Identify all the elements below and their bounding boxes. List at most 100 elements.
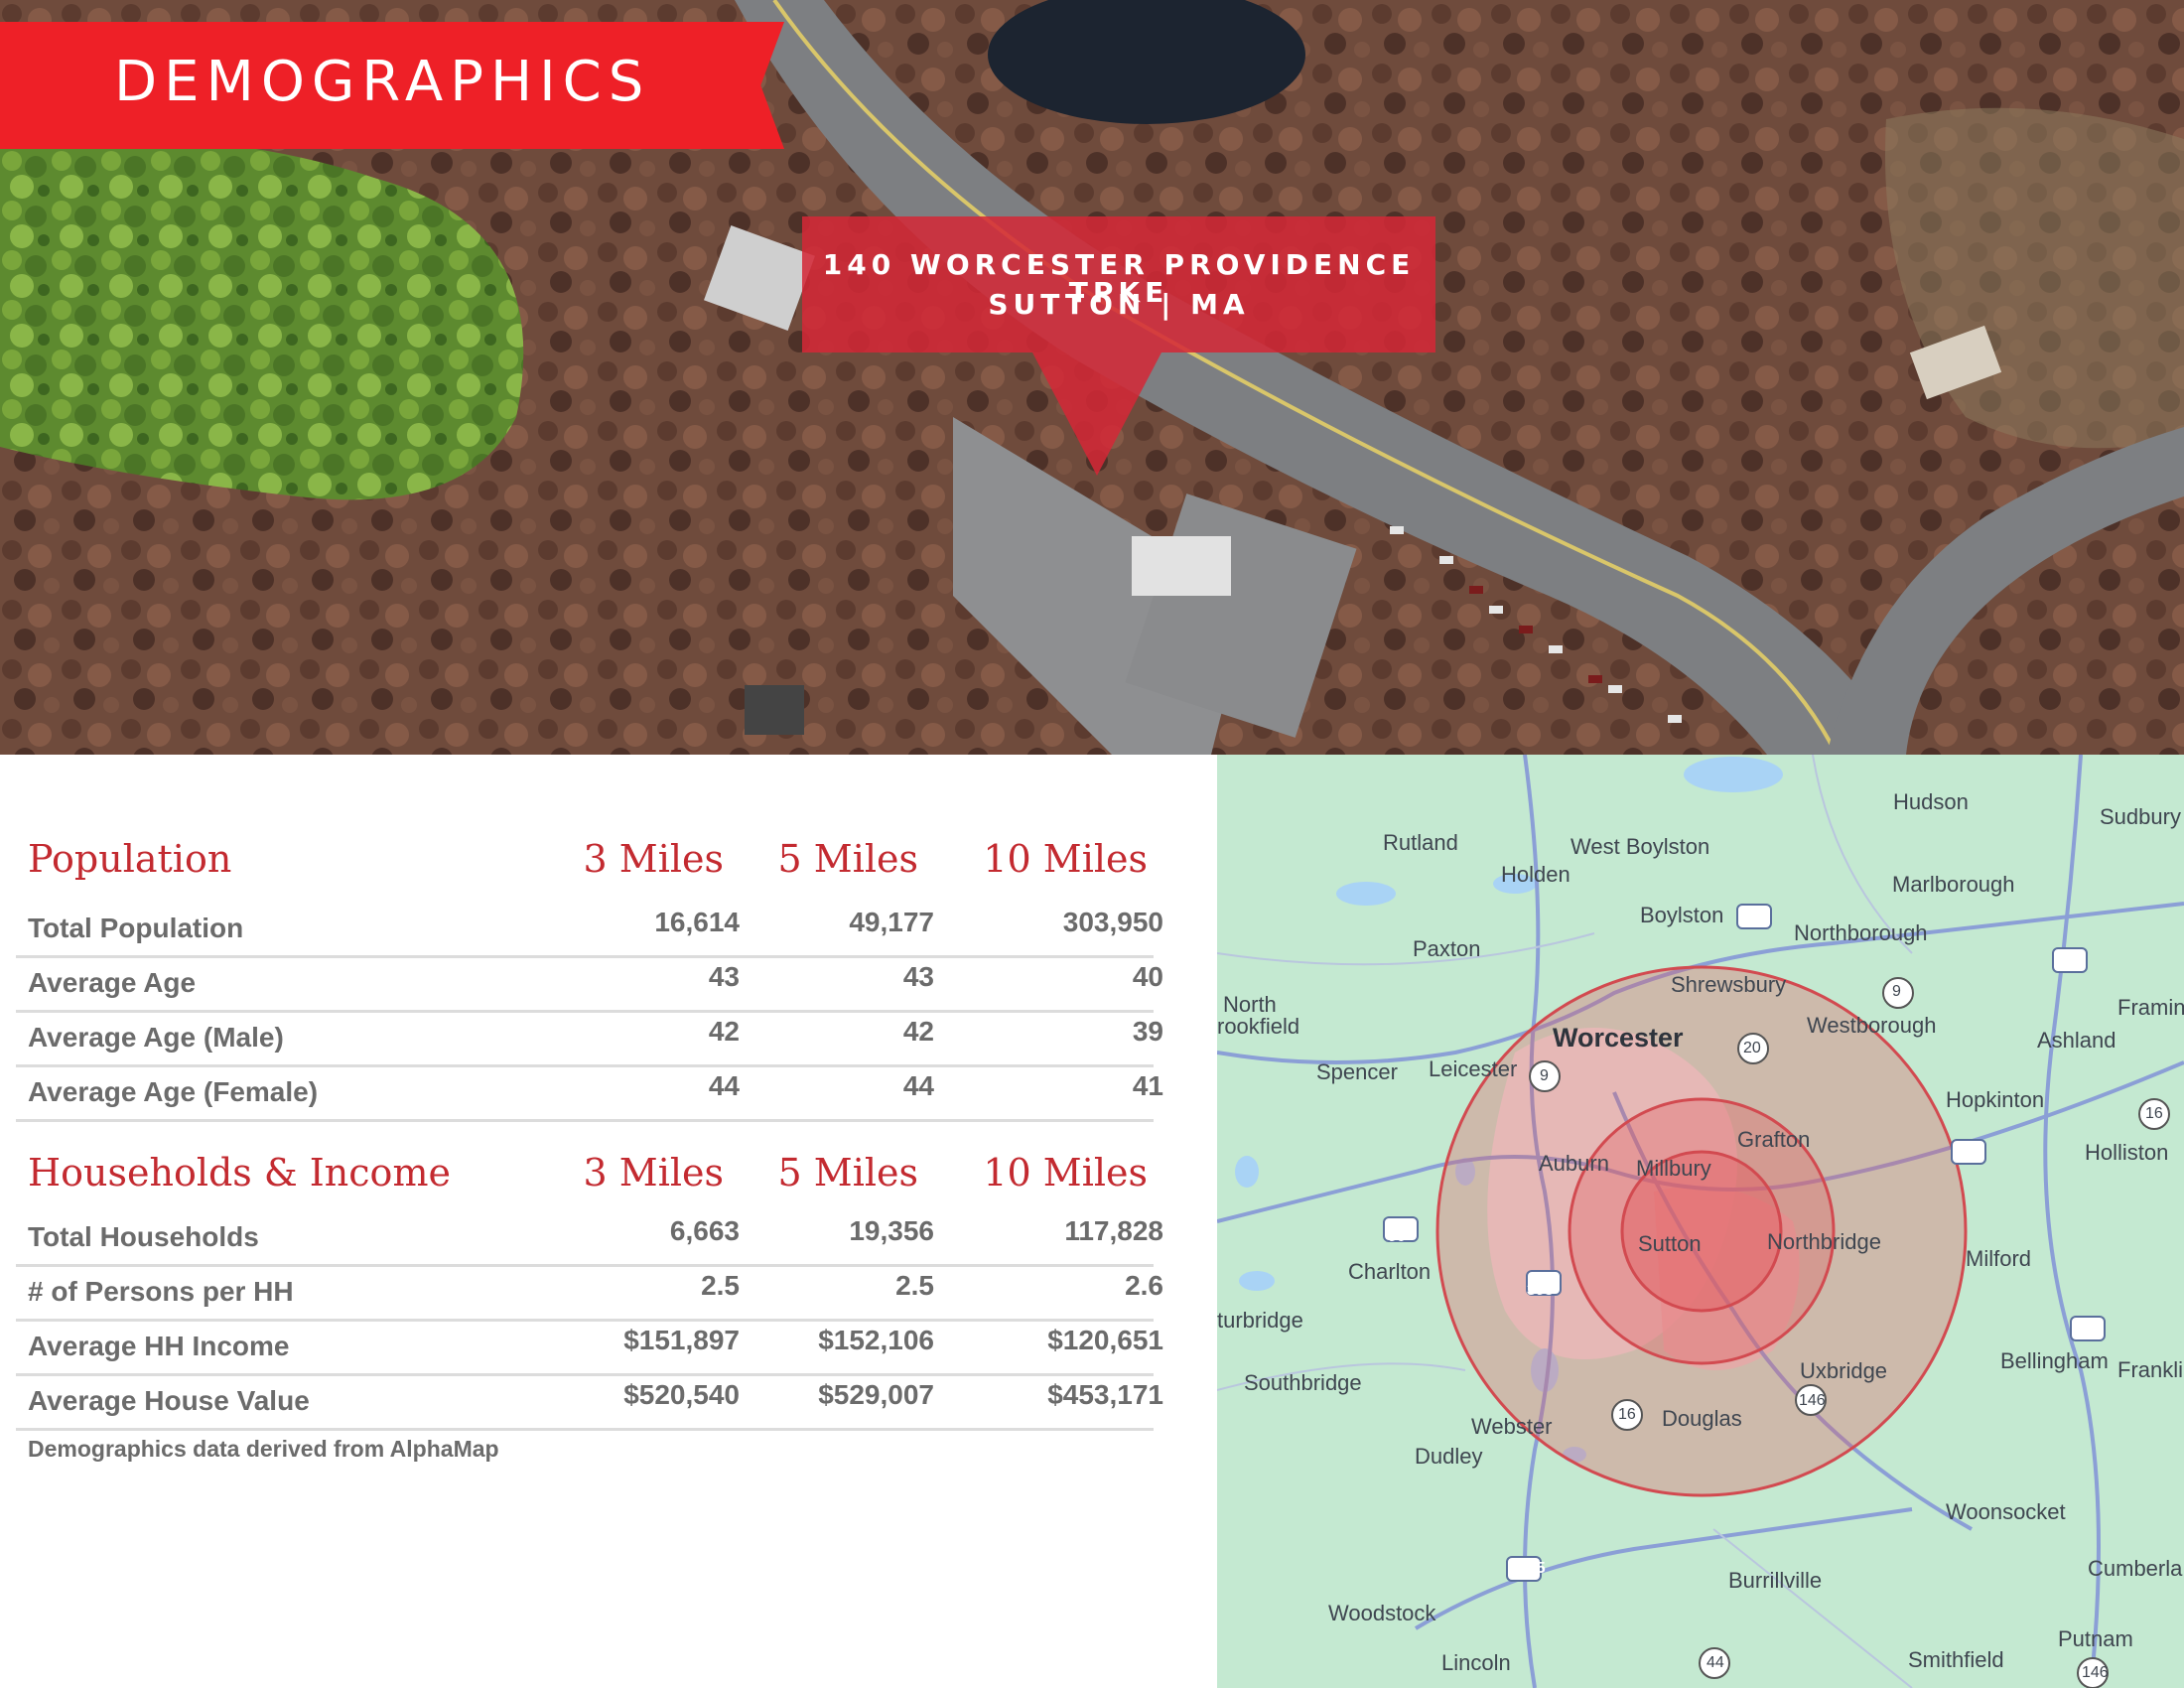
- row-value-5mi: $152,106: [818, 1325, 934, 1355]
- radius-map: [1217, 755, 2184, 1688]
- households-title: Households & Income: [28, 1151, 451, 1195]
- households-col-5mi: 5 Miles: [777, 1151, 918, 1195]
- shield-395-north: 395: [1527, 1282, 1554, 1299]
- address-callout-pointer: [1032, 352, 1161, 476]
- data-source-footnote: Demographics data derived from AlphaMap: [28, 1436, 499, 1462]
- table-row: # of Persons per HH 2.5 2.5 2.6: [16, 1264, 1163, 1322]
- shield-9-east: 9: [1892, 983, 1901, 1000]
- table-row: Average Age (Female) 44 44 41: [16, 1064, 1163, 1122]
- map-label-woonsocket: Woonsocket: [1946, 1499, 2066, 1524]
- map-label-westborough: Westborough: [1807, 1013, 1937, 1038]
- shield-20: 20: [1743, 1040, 1761, 1056]
- row-value-10mi: 117,828: [1064, 1215, 1163, 1246]
- map-label-leicester: Leicester: [1429, 1056, 1518, 1081]
- map-label-bellingham: Bellingham: [2000, 1348, 2109, 1373]
- map-label-sturbridge: turbridge: [1217, 1308, 1303, 1333]
- row-value-10mi: $120,651: [1047, 1325, 1163, 1355]
- row-value-5mi: 2.5: [895, 1270, 934, 1301]
- row-value-3mi: 42: [708, 1016, 740, 1047]
- map-label-paxton: Paxton: [1413, 936, 1481, 961]
- row-label: Average Age (Female): [28, 1076, 319, 1107]
- row-value-5mi: 43: [902, 961, 934, 992]
- row-value-5mi: 42: [902, 1016, 934, 1047]
- shield-90-east: 90: [2064, 955, 2082, 972]
- shield-90-west: 90: [1388, 1228, 1406, 1245]
- map-label-charlton: Charlton: [1348, 1259, 1432, 1284]
- row-label: Average Age: [28, 967, 197, 998]
- row-value-3mi: 44: [708, 1070, 740, 1101]
- population-title: Population: [28, 837, 232, 881]
- map-label-webster: Webster: [1471, 1414, 1553, 1439]
- map-label-millbury: Millbury: [1636, 1156, 1711, 1181]
- row-label: Average Age (Male): [28, 1022, 284, 1053]
- shield-9-west: 9: [1540, 1067, 1549, 1084]
- map-label-shrewsbury: Shrewsbury: [1671, 972, 1787, 997]
- shield-44: 44: [1706, 1654, 1724, 1671]
- map-label-southbridge: Southbridge: [1244, 1370, 1362, 1395]
- shield-495-north: 495: [1956, 1141, 1982, 1158]
- table-row: Average HH Income $151,897 $152,106 $120…: [16, 1319, 1163, 1376]
- map-label-holliston: Holliston: [2085, 1140, 2169, 1165]
- map-label-west-boylston: West Boylston: [1570, 834, 1710, 859]
- map-label-franklin: Frankli: [2117, 1357, 2184, 1382]
- table-row: Average House Value $520,540 $529,007 $4…: [16, 1373, 1163, 1431]
- row-value-5mi: 49,177: [849, 907, 934, 937]
- map-label-worcester: Worcester: [1553, 1023, 1684, 1053]
- map-label-smithfield: Smithfield: [1908, 1647, 2004, 1672]
- map-label-cumberland: Cumberla: [2088, 1556, 2183, 1581]
- page-title: DEMOGRAPHICS: [114, 50, 651, 114]
- shield-495-south: 495: [2072, 1318, 2099, 1335]
- row-value-5mi: $529,007: [818, 1379, 934, 1410]
- map-label-boylston: Boylston: [1640, 903, 1724, 927]
- row-value-3mi: $520,540: [623, 1379, 740, 1410]
- row-label: Total Population: [28, 913, 244, 943]
- row-label: Total Households: [28, 1221, 259, 1252]
- map-label-north: North: [1223, 992, 1277, 1017]
- households-col-10mi: 10 Miles: [983, 1151, 1148, 1195]
- map-label-hudson: Hudson: [1893, 789, 1969, 814]
- map-label-brookfield: rookfield: [1217, 1014, 1300, 1039]
- table-row: Total Households 6,663 19,356 117,828: [16, 1209, 1163, 1267]
- population-col-3mi: 3 Miles: [583, 837, 724, 881]
- map-label-auburn: Auburn: [1539, 1151, 1609, 1176]
- row-value-3mi: 6,663: [669, 1215, 740, 1246]
- row-value-3mi: 43: [708, 961, 740, 992]
- shield-290: 290: [1744, 910, 1771, 926]
- row-label: # of Persons per HH: [28, 1276, 294, 1307]
- households-header: Households & Income 3 Miles 5 Miles 10 M…: [0, 1154, 1161, 1213]
- map-label-spencer: Spencer: [1316, 1059, 1398, 1084]
- population-col-10mi: 10 Miles: [983, 837, 1148, 881]
- row-value-5mi: 19,356: [849, 1215, 934, 1246]
- shield-16-west: 16: [1618, 1406, 1636, 1423]
- map-label-marlborough: Marlborough: [1892, 872, 2015, 897]
- map-label-sutton: Sutton: [1638, 1231, 1702, 1256]
- row-label: Average House Value: [28, 1385, 310, 1416]
- map-label-lincoln: Putnam: [2058, 1626, 2133, 1651]
- map-label-northbridge: Northbridge: [1767, 1229, 1881, 1254]
- row-value-10mi: 39: [1132, 1016, 1163, 1047]
- map-label-burrillville: Burrillville: [1728, 1568, 1823, 1593]
- shield-395-south: 395: [1519, 1560, 1546, 1577]
- map-label-ashland: Ashland: [2037, 1028, 2116, 1053]
- map-label-milford: Milford: [1966, 1246, 2032, 1271]
- row-value-10mi: 303,950: [1062, 907, 1163, 937]
- map-label-rutland: Rutland: [1383, 830, 1458, 855]
- map-label-sudbury: Sudbury: [2100, 804, 2181, 829]
- row-value-10mi: 40: [1132, 961, 1163, 992]
- households-col-3mi: 3 Miles: [583, 1151, 724, 1195]
- row-value-3mi: $151,897: [623, 1325, 740, 1355]
- shield-16-east: 16: [2145, 1105, 2163, 1122]
- row-value-3mi: 2.5: [701, 1270, 740, 1301]
- table-row: Total Population 16,614 49,177 303,950: [16, 901, 1163, 958]
- map-label-hopkinton: Hopkinton: [1946, 1087, 2045, 1112]
- row-value-10mi: 41: [1132, 1070, 1163, 1101]
- row-value-5mi: 44: [902, 1070, 934, 1101]
- row-value-3mi: 16,614: [654, 907, 740, 937]
- row-value-10mi: 2.6: [1125, 1270, 1163, 1301]
- map-label-holden: Holden: [1501, 862, 1570, 887]
- table-row: Average Age (Male) 42 42 39: [16, 1010, 1163, 1067]
- row-value-10mi: $453,171: [1047, 1379, 1163, 1410]
- shield-146-south: 146: [2082, 1664, 2109, 1681]
- map-label-northborough: Northborough: [1794, 920, 1928, 945]
- population-col-5mi: 5 Miles: [777, 837, 918, 881]
